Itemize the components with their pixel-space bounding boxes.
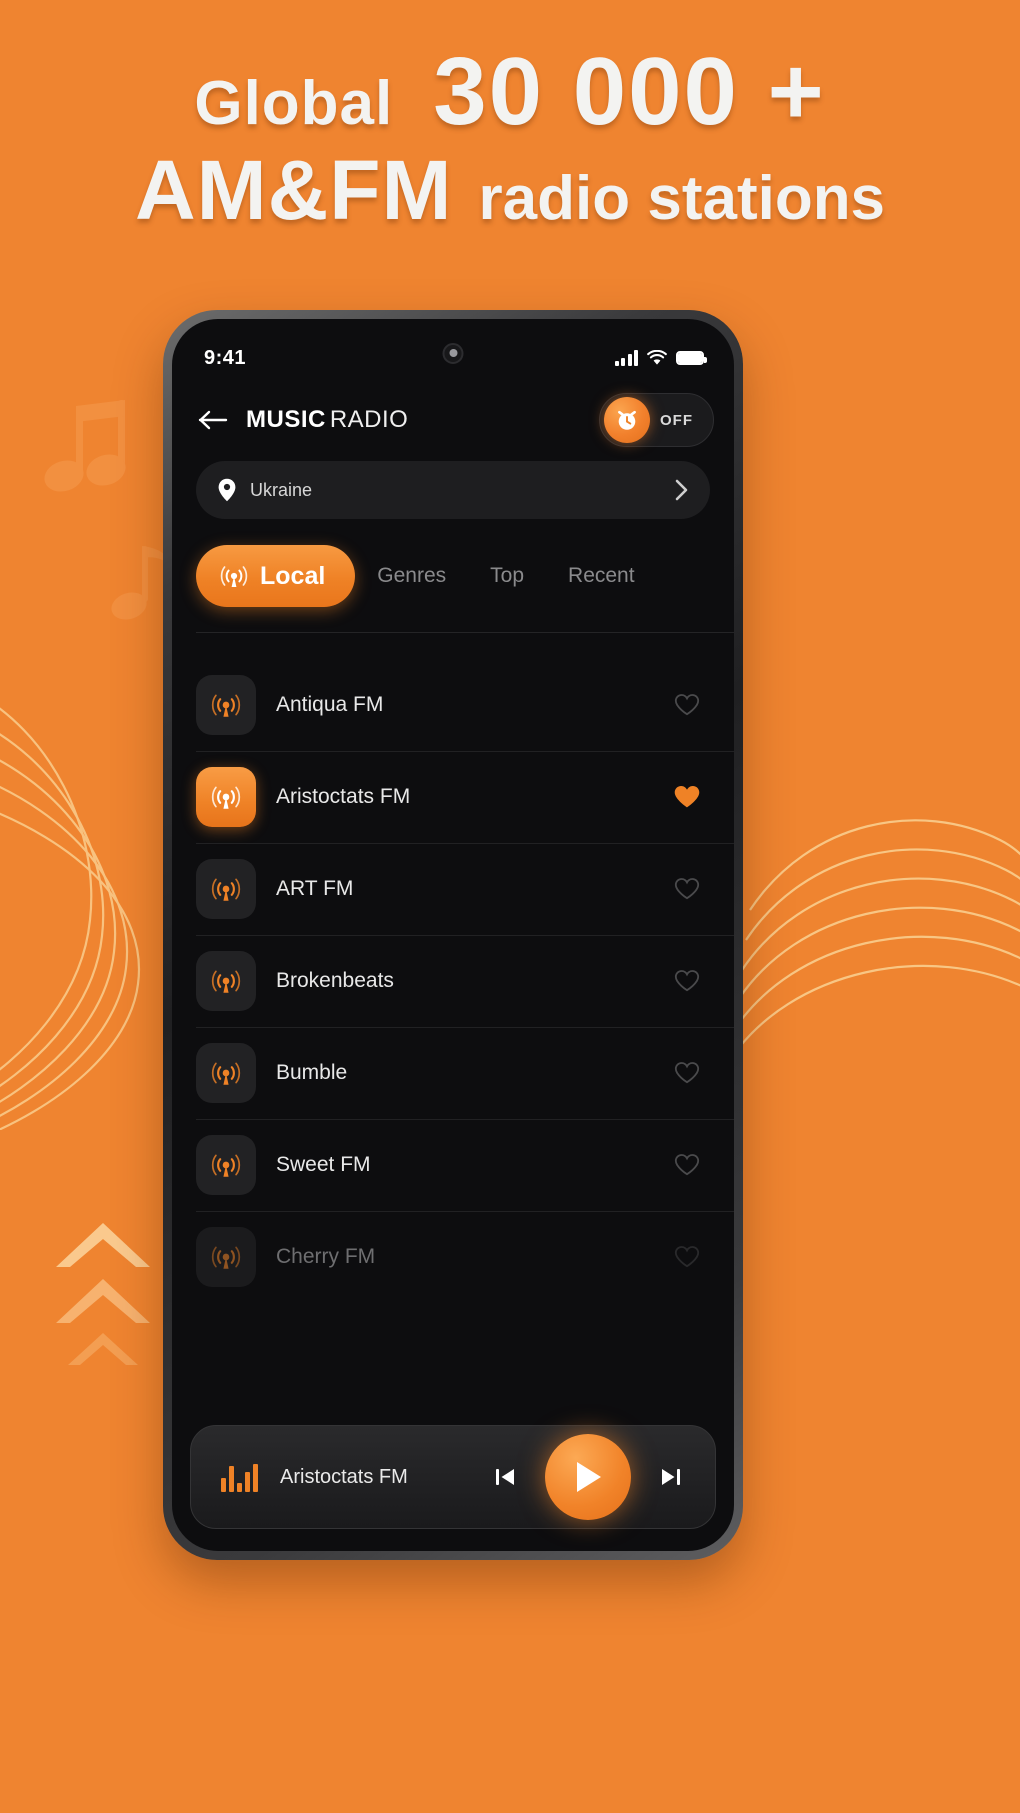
- favorite-button[interactable]: [670, 964, 704, 998]
- front-camera-icon: [442, 343, 464, 364]
- heart-outline-icon: [674, 970, 700, 992]
- play-icon: [577, 1462, 601, 1492]
- heart-outline-icon: [674, 1062, 700, 1084]
- tab-local-label: Local: [260, 561, 326, 590]
- heart-outline-icon: [674, 1154, 700, 1176]
- station-name: Antiqua FM: [276, 693, 384, 716]
- station-name: ART FM: [276, 877, 354, 900]
- music-note-icon: [44, 400, 126, 492]
- station-row[interactable]: Antiqua FM: [172, 659, 734, 751]
- broadcast-icon: [196, 767, 256, 827]
- broadcast-icon: [196, 951, 256, 1011]
- station-row[interactable]: Bumble: [172, 1027, 734, 1119]
- tab-bar: Local Genres Top Recent: [172, 519, 734, 633]
- broadcast-icon: [196, 1135, 256, 1195]
- station-name: Sweet FM: [276, 1153, 371, 1176]
- back-button[interactable]: [196, 403, 230, 437]
- page-title-strong: MUSIC: [246, 406, 326, 433]
- location-section: Ukraine: [172, 457, 734, 519]
- station-row[interactable]: Sweet FM: [172, 1119, 734, 1211]
- tab-local[interactable]: Local: [196, 545, 356, 607]
- heart-outline-icon: [674, 878, 700, 900]
- mini-player: Aristoctats FM: [190, 1425, 716, 1529]
- station-row[interactable]: Brokenbeats: [172, 935, 734, 1027]
- headline: Global 30 000 + AM&FM radio stations: [0, 38, 1020, 237]
- station-name: Cherry FM: [276, 1245, 376, 1268]
- station-list: Antiqua FM Aristoctats FM ART FM Brokenb…: [172, 659, 734, 1303]
- location-selector[interactable]: Ukraine: [196, 461, 710, 519]
- favorite-button[interactable]: [670, 780, 704, 814]
- heart-outline-icon: [674, 1246, 700, 1268]
- broadcast-icon: [196, 1043, 256, 1103]
- favorite-button[interactable]: [670, 688, 704, 722]
- skip-previous-icon: [496, 1469, 514, 1485]
- location-pin-icon: [218, 478, 236, 502]
- tab-genres[interactable]: Genres: [355, 564, 468, 588]
- station-name: Brokenbeats: [276, 969, 394, 992]
- chevron-up-decoration: [56, 1223, 150, 1365]
- favorite-button[interactable]: [670, 1148, 704, 1182]
- broadcast-icon: [220, 566, 248, 587]
- tab-recent[interactable]: Recent: [546, 564, 657, 588]
- station-row[interactable]: ART FM: [172, 843, 734, 935]
- wave-lines-left: [0, 707, 141, 1130]
- skip-next-icon: [662, 1469, 680, 1485]
- sleep-timer-state: OFF: [660, 411, 693, 429]
- wifi-icon: [647, 350, 667, 365]
- headline-word-global: Global: [194, 69, 394, 138]
- location-value: Ukraine: [250, 479, 313, 500]
- tab-bar-divider: [196, 632, 734, 633]
- headline-word-amfm: AM&FM: [134, 143, 453, 237]
- chevron-right-icon: [675, 479, 688, 501]
- favorite-button[interactable]: [670, 1240, 704, 1274]
- back-arrow-icon: [198, 410, 228, 430]
- page-title-light: RADIO: [329, 406, 409, 433]
- phone-screen: 9:41 MUSIC RADIO OFF Ukraine Local Genre…: [172, 319, 734, 1551]
- station-row[interactable]: Aristoctats FM: [172, 751, 734, 843]
- phone-mockup: 9:41 MUSIC RADIO OFF Ukraine Local Genre…: [163, 310, 743, 1560]
- station-row[interactable]: Cherry FM: [172, 1211, 734, 1303]
- headline-word-stations: radio stations: [478, 164, 886, 233]
- page-title: MUSIC RADIO: [246, 406, 408, 434]
- battery-icon: [676, 351, 707, 365]
- now-playing-title: Aristoctats FM: [280, 1465, 408, 1488]
- broadcast-icon: [196, 859, 256, 919]
- alarm-clock-icon: [604, 397, 650, 443]
- heart-outline-icon: [674, 694, 700, 716]
- sleep-timer-toggle[interactable]: OFF: [599, 393, 714, 447]
- station-name: Aristoctats FM: [276, 785, 411, 808]
- wave-lines-right: [740, 819, 1020, 1049]
- signal-bars-icon: [614, 350, 638, 366]
- broadcast-icon: [196, 675, 256, 735]
- status-bar-time: 9:41: [204, 346, 247, 369]
- app-header: MUSIC RADIO OFF: [172, 383, 734, 457]
- play-button[interactable]: [545, 1434, 631, 1520]
- next-button[interactable]: [653, 1459, 689, 1495]
- favorite-button[interactable]: [670, 872, 704, 906]
- heart-filled-icon: [674, 786, 700, 808]
- station-name: Bumble: [276, 1061, 348, 1084]
- equalizer-icon: [221, 1462, 258, 1492]
- tab-top[interactable]: Top: [468, 564, 546, 588]
- favorite-button[interactable]: [670, 1056, 704, 1090]
- broadcast-icon: [196, 1227, 256, 1287]
- headline-count: 30 000 +: [433, 38, 826, 145]
- previous-button[interactable]: [487, 1459, 523, 1495]
